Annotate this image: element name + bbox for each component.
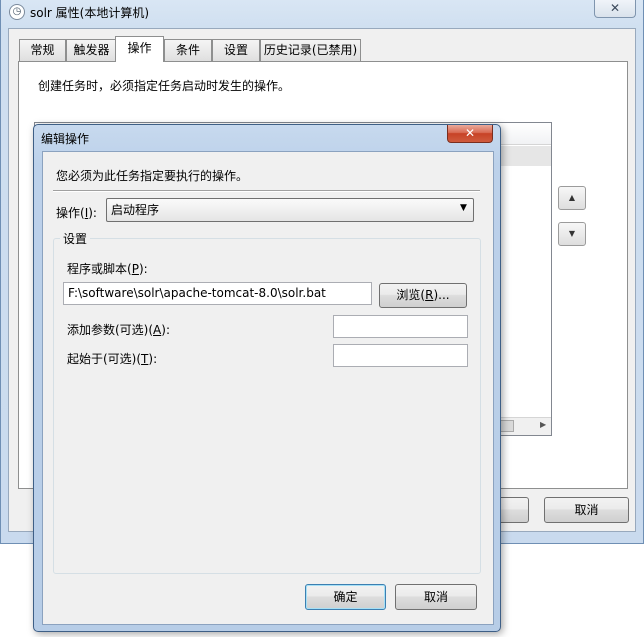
arguments-input[interactable] — [333, 315, 468, 338]
panel-description: 创建任务时，必须指定任务启动时发生的操作。 — [38, 79, 291, 93]
action-dropdown[interactable]: 启动程序 — [106, 198, 474, 222]
tab-triggers[interactable]: 触发器 — [66, 39, 117, 61]
program-label: 程序或脚本(P): — [67, 262, 148, 276]
dialog-cancel-button[interactable]: 取消 — [395, 584, 477, 610]
window-title: solr 属性(本地计算机) — [30, 6, 150, 20]
action-label: 操作(I): — [56, 206, 97, 220]
settings-group-label: 设置 — [60, 230, 91, 247]
tab-history[interactable]: 历史记录(已禁用) — [260, 39, 361, 61]
ok-button[interactable]: 确定 — [305, 584, 386, 610]
separator — [53, 190, 480, 192]
arguments-label: 添加参数(可选)(A): — [67, 323, 170, 337]
arrow-up-icon: ▲ — [568, 193, 576, 202]
move-down-button[interactable]: ▼ — [558, 222, 586, 246]
tab-actions[interactable]: 操作 — [115, 36, 164, 62]
tab-settings[interactable]: 设置 — [212, 39, 260, 61]
arrow-down-icon: ▼ — [568, 229, 576, 238]
chevron-down-icon[interactable]: ▼ — [460, 203, 467, 213]
browse-button[interactable]: 浏览(R)... — [379, 283, 467, 308]
tab-general[interactable]: 常规 — [19, 39, 66, 61]
tab-conditions[interactable]: 条件 — [164, 39, 212, 61]
clock-icon: ◷ — [9, 4, 25, 20]
start-in-label: 起始于(可选)(T): — [67, 352, 158, 366]
start-in-input[interactable] — [333, 344, 468, 367]
dialog-description: 您必须为此任务指定要执行的操作。 — [56, 169, 249, 183]
dialog-close-button[interactable]: ✕ — [447, 125, 493, 143]
move-up-button[interactable]: ▲ — [558, 186, 586, 210]
cancel-button[interactable]: 取消 — [544, 497, 629, 523]
dialog-title: 编辑操作 — [41, 132, 90, 146]
close-button[interactable]: ✕ — [594, 0, 636, 18]
program-input[interactable]: F:\software\solr\apache-tomcat-8.0\solr.… — [63, 282, 372, 305]
scroll-right-icon[interactable]: ▶ — [540, 420, 546, 429]
close-icon: ✕ — [464, 126, 476, 140]
